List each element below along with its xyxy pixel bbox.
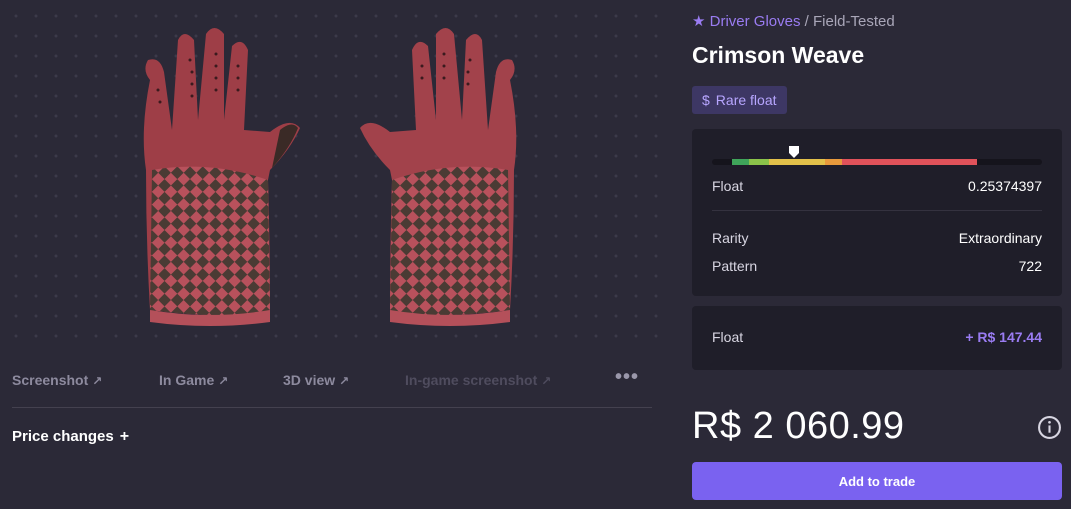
- float-marker-icon: [789, 146, 800, 158]
- premium-label: Float: [712, 329, 744, 345]
- price-changes-label: Price changes: [12, 428, 114, 445]
- breadcrumb-separator: /: [800, 13, 813, 30]
- breadcrumb-wear: Field-Tested: [812, 13, 895, 30]
- float-bar: [712, 159, 1042, 165]
- card-divider: [712, 210, 1042, 211]
- price: R$ 2 060.99: [692, 405, 905, 447]
- rarity-row: Rarity Extraordinary: [712, 230, 1042, 246]
- badge-label: Rare float: [715, 92, 777, 108]
- pattern-row: Pattern 722: [712, 258, 1042, 274]
- tab-label: 3D view: [283, 372, 336, 388]
- tab-label: In Game: [159, 372, 215, 388]
- pattern-label: Pattern: [712, 258, 758, 274]
- float-bar-segment: [825, 159, 843, 165]
- breadcrumb-category[interactable]: ★ Driver Gloves: [692, 13, 800, 30]
- dollar-icon: $: [702, 92, 710, 108]
- float-label: Float: [712, 178, 744, 194]
- premium-value: + R$ 147.44: [965, 329, 1042, 345]
- rarity-label: Rarity: [712, 230, 749, 246]
- external-arrow-icon: ↗: [92, 374, 103, 388]
- tab-in-game[interactable]: In Game ↗: [159, 372, 228, 388]
- tab-label: Screenshot: [12, 372, 89, 388]
- tab-3d-view[interactable]: 3D view ↗: [283, 372, 349, 388]
- external-arrow-icon: ↗: [541, 374, 552, 388]
- premium-card: Float + R$ 147.44: [692, 306, 1062, 370]
- float-bar-segment: [768, 159, 826, 165]
- more-options-button[interactable]: •••: [615, 366, 639, 389]
- item-preview: [0, 0, 662, 352]
- pattern-value: 722: [1018, 258, 1042, 274]
- divider: [12, 407, 652, 408]
- breadcrumb: ★ Driver Gloves / Field-Tested: [692, 12, 895, 30]
- tab-label: In-game screenshot: [405, 372, 538, 388]
- tab-screenshot[interactable]: Screenshot ↗: [12, 372, 102, 388]
- rarity-value: Extraordinary: [958, 230, 1042, 246]
- float-bar-segment: [749, 159, 769, 165]
- add-to-trade-button[interactable]: Add to trade: [692, 462, 1062, 500]
- price-changes-toggle[interactable]: Price changes +: [12, 428, 129, 446]
- float-row: Float 0.25374397: [712, 178, 1042, 194]
- info-icon[interactable]: [1037, 415, 1062, 440]
- external-arrow-icon: ↗: [339, 374, 350, 388]
- gloves-image: [143, 28, 517, 326]
- float-bar-segment: [732, 159, 750, 165]
- view-tabs: Screenshot ↗ In Game ↗ 3D view ↗ In-game sc…: [12, 366, 652, 392]
- float-bar-segment: [842, 159, 977, 165]
- external-arrow-icon: ↗: [218, 374, 229, 388]
- page-title: Crimson Weave: [692, 42, 865, 68]
- premium-row: Float + R$ 147.44: [712, 329, 1042, 345]
- float-value: 0.25374397: [968, 178, 1042, 194]
- plus-icon: +: [119, 428, 130, 445]
- tab-in-game-screenshot: In-game screenshot ↗: [405, 372, 551, 388]
- float-details-card: Float 0.25374397 Rarity Extraordinary Pa…: [692, 129, 1062, 296]
- rare-float-badge: $ Rare float: [692, 86, 787, 114]
